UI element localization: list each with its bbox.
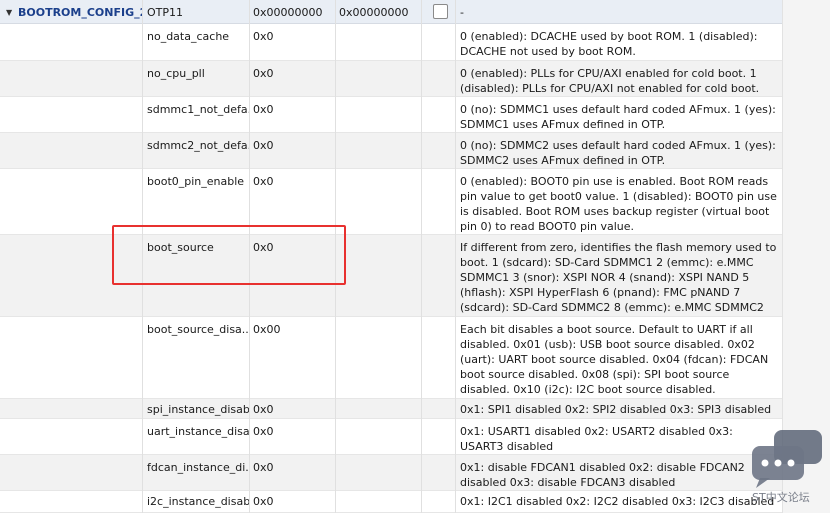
field-description: 0x1: SPI1 disabled 0x2: SPI2 disabled 0x…	[460, 403, 772, 416]
field-value[interactable]: 0x0	[249, 24, 335, 60]
field-description: 0x1: I2C1 disabled 0x2: I2C2 disabled 0x…	[460, 495, 775, 508]
field-value[interactable]: 0x0	[249, 399, 335, 418]
field-description: 0x1: USART1 disabled 0x2: USART2 disable…	[460, 425, 733, 453]
table-row[interactable]: uart_instance_disa... 0x0 0x1: USART1 di…	[0, 419, 830, 455]
chat-bubble-icon	[752, 430, 822, 488]
column-divider	[335, 0, 336, 513]
otp-config-grid: ▼ BOOTROM_CONFIG_2 OTP11 0x00000000 0x000…	[0, 0, 830, 513]
group-value: 0x00000000	[253, 6, 323, 19]
field-name: sdmmc2_not_defa...	[147, 139, 249, 152]
group-description: -	[460, 6, 464, 19]
group-row-bootrom-config-2[interactable]: ▼ BOOTROM_CONFIG_2 OTP11 0x00000000 0x000…	[0, 0, 830, 24]
field-value[interactable]: 0x00	[249, 317, 335, 398]
field-name: sdmmc1_not_defa...	[147, 103, 249, 116]
group-word: OTP11	[147, 6, 184, 19]
field-value[interactable]: 0x0	[249, 97, 335, 132]
group-checkbox-cell[interactable]	[421, 0, 455, 23]
field-description: 0 (enabled): BOOT0 pin use is enabled. B…	[460, 175, 777, 233]
field-name: boot0_pin_enable	[147, 175, 245, 188]
table-row[interactable]: sdmmc1_not_defa... 0x0 0 (no): SDMMC1 us…	[0, 97, 830, 133]
field-description: If different from zero, identifies the f…	[460, 241, 777, 314]
group-tree-cell[interactable]: ▼ BOOTROM_CONFIG_2	[0, 0, 142, 23]
table-row[interactable]: no_data_cache 0x0 0 (enabled): DCACHE us…	[0, 24, 830, 61]
field-description: Each bit disables a boot source. Default…	[460, 323, 769, 396]
column-divider	[455, 0, 456, 513]
group-name: BOOTROM_CONFIG_2	[18, 6, 142, 19]
table-row[interactable]: spi_instance_disable 0x0 0x1: SPI1 disab…	[0, 399, 830, 419]
watermark-text: ST中文论坛	[752, 491, 810, 504]
field-value[interactable]: 0x0	[249, 419, 335, 454]
column-divider	[249, 0, 250, 513]
field-value[interactable]: 0x0	[249, 491, 335, 512]
field-name: boot_source	[147, 241, 214, 254]
field-value[interactable]: 0x0	[249, 455, 335, 490]
forum-watermark: ST中文论坛	[748, 428, 828, 510]
field-name: no_cpu_pll	[147, 67, 205, 80]
field-description: 0 (no): SDMMC2 uses default hard coded A…	[460, 139, 776, 167]
table-row[interactable]: i2c_instance_disable 0x0 0x1: I2C1 disab…	[0, 491, 830, 513]
table-row-boot-source[interactable]: boot_source 0x0 If different from zero, …	[0, 235, 830, 317]
table-row[interactable]: sdmmc2_not_defa... 0x0 0 (no): SDMMC2 us…	[0, 133, 830, 169]
expand-triangle-icon[interactable]: ▼	[6, 5, 16, 20]
table-row[interactable]: fdcan_instance_di... 0x0 0x1: disable FD…	[0, 455, 830, 491]
field-name: no_data_cache	[147, 30, 230, 43]
field-description: 0x1: disable FDCAN1 disabled 0x2: disabl…	[460, 461, 745, 489]
field-value[interactable]: 0x0	[249, 235, 335, 316]
group-value-2: 0x00000000	[339, 6, 409, 19]
field-description: 0 (enabled): DCACHE used by boot ROM. 1 …	[460, 30, 758, 58]
field-value[interactable]: 0x0	[249, 61, 335, 96]
table-row[interactable]: boot0_pin_enable 0x0 0 (enabled): BOOT0 …	[0, 169, 830, 235]
field-value[interactable]: 0x0	[249, 169, 335, 234]
field-name: spi_instance_disable	[147, 403, 249, 416]
field-name: uart_instance_disa...	[147, 425, 249, 438]
lock-checkbox[interactable]	[433, 4, 448, 19]
field-description: 0 (no): SDMMC1 uses default hard coded A…	[460, 103, 776, 131]
column-divider	[421, 0, 422, 513]
table-row[interactable]: no_cpu_pll 0x0 0 (enabled): PLLs for CPU…	[0, 61, 830, 97]
field-name: i2c_instance_disable	[147, 495, 249, 508]
field-name: boot_source_disa...	[147, 323, 249, 336]
table-row[interactable]: boot_source_disa... 0x00 Each bit disabl…	[0, 317, 830, 399]
field-value[interactable]: 0x0	[249, 133, 335, 168]
field-description: 0 (enabled): PLLs for CPU/AXI enabled fo…	[460, 67, 760, 95]
field-name: fdcan_instance_di...	[147, 461, 249, 474]
column-divider	[142, 0, 143, 513]
